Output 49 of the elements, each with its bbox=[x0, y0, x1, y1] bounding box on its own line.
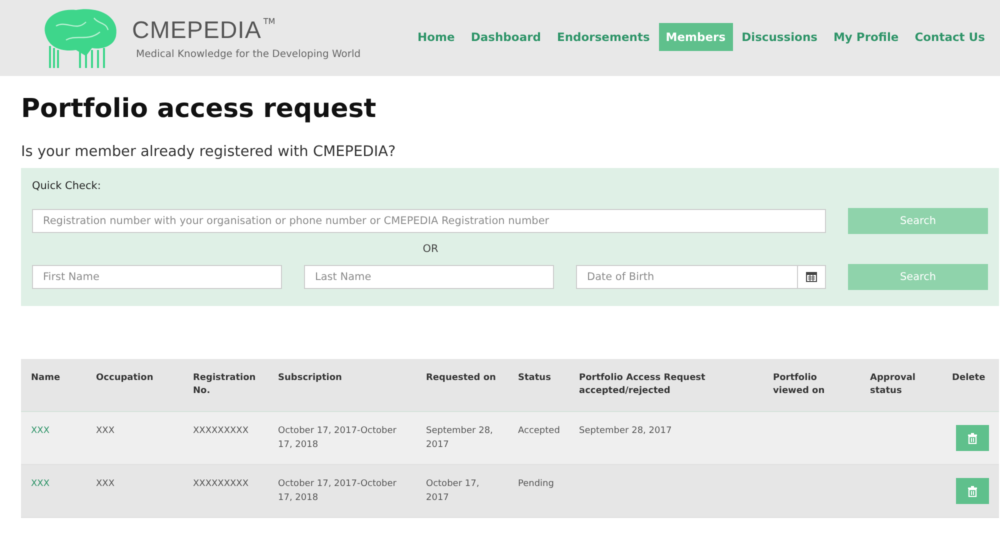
nav-link[interactable]: Dashboard bbox=[464, 23, 548, 51]
delete-button[interactable] bbox=[956, 478, 989, 504]
table-cell: Accepted bbox=[518, 426, 560, 436]
table-cell: XXX bbox=[96, 479, 114, 489]
trademark: TM bbox=[263, 16, 276, 26]
nav-link[interactable]: Endorsements bbox=[550, 23, 657, 51]
member-name-link[interactable]: XXX bbox=[31, 426, 50, 436]
or-text: OR bbox=[422, 243, 440, 255]
page-title: Portfolio access request bbox=[21, 94, 378, 124]
table-cell: October 17, 2017 bbox=[426, 479, 480, 502]
search-button[interactable]: Search bbox=[848, 264, 988, 290]
logo-text: CMEPEDIA bbox=[132, 16, 262, 44]
column-header: Registration No. bbox=[193, 373, 256, 396]
column-header: Name bbox=[31, 373, 60, 383]
table-cell: October 17, 2017-October 17, 2018 bbox=[278, 426, 396, 450]
nav-link[interactable]: My Profile bbox=[826, 23, 906, 51]
column-header: Delete bbox=[952, 373, 986, 383]
table-cell: September 28, 2017 bbox=[579, 426, 672, 436]
registration-field[interactable]: Registration number with your organisation or phone number or CMEPEDIA Registration number bbox=[32, 209, 826, 233]
delete-button[interactable] bbox=[956, 425, 989, 451]
table-cell: October 17, 2017-October 17, 2018 bbox=[278, 479, 396, 502]
column-header: Status bbox=[518, 373, 551, 383]
table-cell: XXX bbox=[96, 426, 114, 436]
column-header: Approval status bbox=[870, 373, 916, 396]
column-header: Occupation bbox=[96, 373, 154, 383]
trash-icon bbox=[968, 432, 977, 444]
table-cell: XXXXXXXXX bbox=[193, 426, 248, 436]
nav-link[interactable]: Discussions bbox=[734, 23, 824, 51]
nav-link[interactable]: Contact Us bbox=[908, 23, 992, 51]
table-cell: September 28, 2017 bbox=[426, 426, 493, 450]
nav-link[interactable]: Members bbox=[658, 23, 733, 51]
calendar-button[interactable] bbox=[797, 265, 826, 289]
table-cell: Pending bbox=[518, 479, 554, 489]
column-header: Portfolio viewed on bbox=[773, 373, 825, 396]
quick-check-label: Quick Check: bbox=[32, 180, 102, 192]
calendar-icon bbox=[806, 272, 817, 282]
search-button[interactable]: Search bbox=[848, 208, 988, 234]
column-header: Portfolio Access Request accepted/rejected bbox=[579, 373, 706, 396]
column-header: Requested on bbox=[426, 373, 496, 383]
table-cell: XXXXXXXXX bbox=[193, 479, 248, 489]
nav-link[interactable]: Home bbox=[410, 23, 462, 51]
member-name-link[interactable]: XXX bbox=[31, 479, 50, 489]
tagline: Medical Knowledge for the Developing World bbox=[136, 48, 361, 60]
trash-icon bbox=[968, 486, 977, 496]
last-name-field[interactable]: Last Name bbox=[304, 265, 554, 289]
first-name-field[interactable]: First Name bbox=[32, 265, 282, 289]
date-of-birth-field[interactable]: Date of Birth bbox=[576, 265, 797, 289]
page-subtitle: Is your member already registered with CMEPEDIA? bbox=[21, 144, 397, 160]
column-header: Subscription bbox=[278, 373, 342, 383]
